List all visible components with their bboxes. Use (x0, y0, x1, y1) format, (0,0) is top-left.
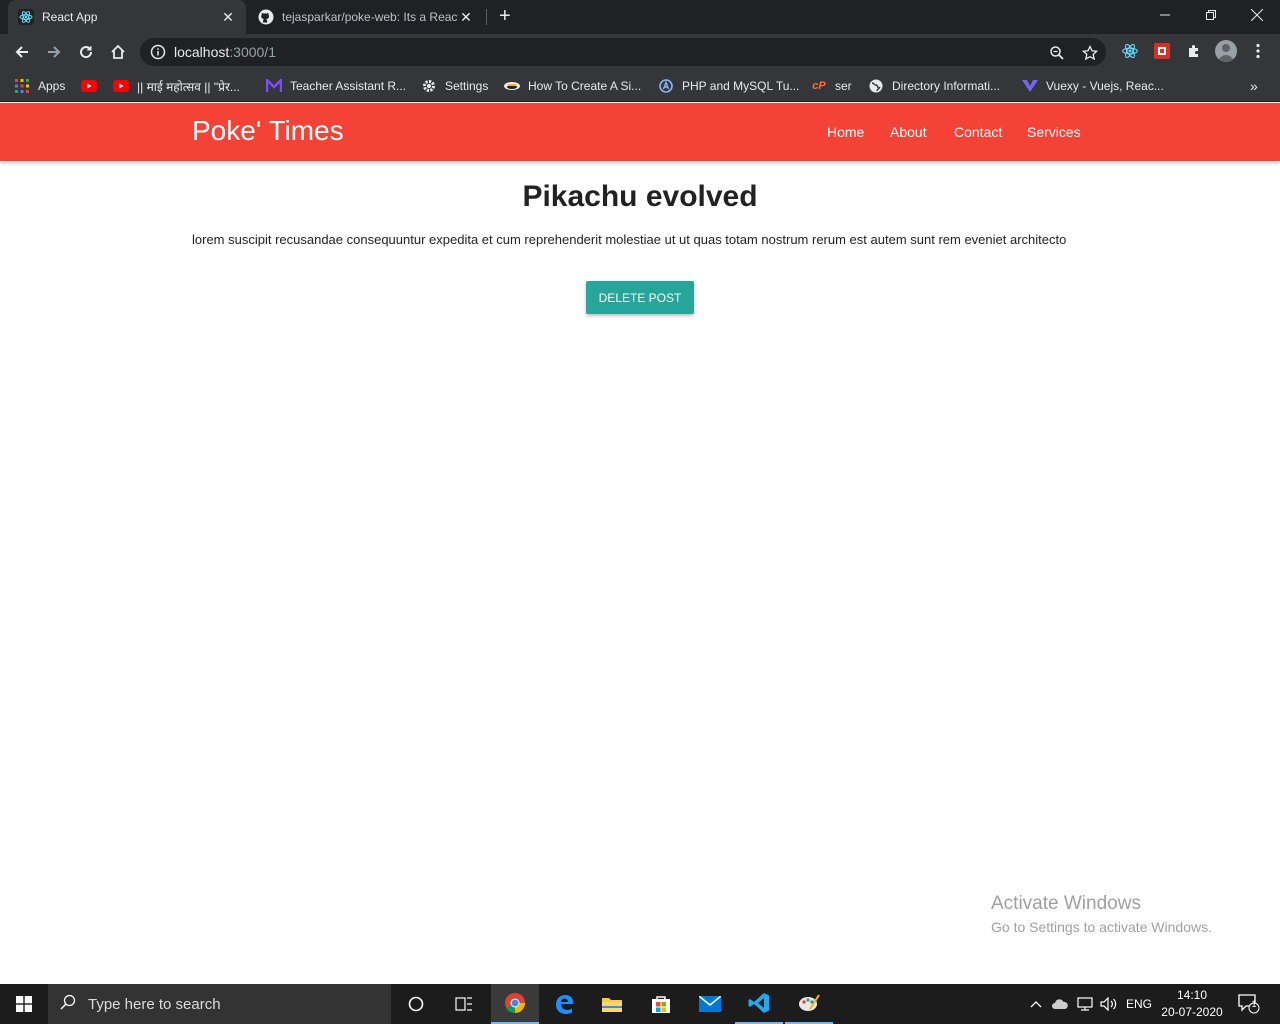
tab-github[interactable]: tejasparkar/poke-web: Its a React ✕ (248, 0, 484, 34)
profile-avatar[interactable] (1215, 40, 1237, 62)
site-icon (504, 78, 520, 94)
nav-contact-link[interactable]: Contact (954, 124, 1002, 140)
bookmark-label: Teacher Assistant R... (290, 79, 407, 93)
volume-icon[interactable] (1100, 984, 1118, 1024)
mail-icon[interactable] (686, 984, 734, 1024)
react-icon (18, 9, 34, 25)
bookmark-label: Directory Informati... (892, 79, 1001, 93)
url-host: localhost (174, 44, 230, 60)
menu-kebab-icon[interactable] (1248, 41, 1268, 61)
bookmark-label: ser (835, 79, 852, 93)
task-view-icon[interactable] (440, 984, 488, 1024)
restore-icon[interactable] (1188, 0, 1234, 30)
tab-react-app[interactable]: React App ✕ (8, 0, 246, 34)
cortana-icon[interactable] (392, 984, 440, 1024)
new-tab-icon[interactable]: + (499, 5, 511, 28)
post-body: lorem suscipit recusandae consequuntur e… (192, 232, 1067, 247)
windows-taskbar: Type here to search ENG 14:10 20-07-2020 (0, 984, 1280, 1024)
close-icon[interactable]: ✕ (458, 9, 474, 26)
site-navbar: Poke' Times Home About Contact Services (0, 103, 1280, 161)
nav-about-link[interactable]: About (890, 124, 927, 140)
reload-icon[interactable] (74, 40, 98, 64)
m-logo-icon (266, 78, 282, 94)
windows-start-icon[interactable] (0, 984, 48, 1024)
edge-icon[interactable] (540, 984, 588, 1024)
bookmark-php-mysql[interactable]: PHP and MySQL Tu... (658, 76, 799, 96)
search-placeholder: Type here to search (88, 995, 221, 1013)
browser-toolbar: localhost:3000/1 (0, 34, 1280, 70)
language-indicator[interactable]: ENG (1126, 984, 1152, 1024)
bookmark-label: How To Create A Si... (528, 79, 642, 93)
react-devtools-icon[interactable] (1120, 41, 1140, 61)
bookmark-how-to-create[interactable]: How To Create A Si... (504, 76, 641, 96)
tray-chevron-icon[interactable] (1030, 984, 1042, 1024)
activation-watermark-text: Go to Settings to activate Windows. (991, 919, 1212, 935)
store-icon[interactable] (637, 984, 685, 1024)
nav-services-link[interactable]: Services (1027, 124, 1081, 140)
tab-divider (486, 9, 487, 25)
extensions-puzzle-icon[interactable] (1184, 41, 1204, 61)
info-icon[interactable] (150, 44, 166, 65)
github-icon (258, 9, 274, 25)
url-path: :3000/1 (229, 44, 276, 60)
bookmark-mai-mahotsav[interactable]: || माई महोत्सव || "प्रेर... (113, 76, 240, 96)
extension-red-icon[interactable] (1152, 41, 1172, 61)
apps-grid-icon (14, 78, 30, 94)
bookmark-vuexy[interactable]: Vuexy - Vuejs, Reac... (1022, 76, 1164, 96)
bookmark-apps[interactable]: Apps (14, 76, 65, 96)
bookmark-teacher-assistant[interactable]: Teacher Assistant R... (266, 76, 406, 96)
bookmark-label: PHP and MySQL Tu... (682, 79, 800, 93)
brand-logo[interactable]: Poke' Times (192, 115, 344, 147)
vuexy-icon (1022, 78, 1038, 94)
network-icon[interactable] (1077, 984, 1093, 1024)
tab-strip: React App ✕ tejasparkar/poke-web: Its a … (0, 0, 1280, 34)
youtube-icon (81, 78, 97, 94)
paint-icon[interactable] (785, 984, 833, 1024)
window-close-icon[interactable] (1234, 0, 1280, 30)
file-explorer-icon[interactable] (588, 984, 636, 1024)
chrome-taskbar-icon[interactable] (491, 984, 539, 1024)
bookmark-directory[interactable]: Directory Informati... (868, 76, 1000, 96)
youtube-icon (113, 78, 129, 94)
search-icon (60, 994, 76, 1014)
bookmark-youtube[interactable] (81, 76, 105, 96)
home-icon[interactable] (106, 40, 130, 64)
clock-time: 14:10 (1176, 988, 1208, 1002)
bookmark-ser[interactable]: cP ser (811, 76, 852, 96)
close-icon[interactable]: ✕ (220, 9, 236, 26)
bookmark-label: Apps (38, 79, 66, 93)
activation-watermark-title: Activate Windows (991, 893, 1141, 914)
bookmark-label: Vuexy - Vuejs, Reac... (1046, 79, 1164, 93)
bookmark-star-icon[interactable] (1081, 44, 1099, 62)
site-icon (658, 78, 674, 94)
delete-post-button[interactable]: DELETE POST (586, 281, 694, 314)
bookmarks-bar: Apps || माई महोत्सव || "प्रेर... Teacher… (0, 70, 1280, 102)
notification-count: 1 (1251, 999, 1257, 1009)
more-bookmarks-icon[interactable]: » (1250, 76, 1258, 96)
tab-title: tejasparkar/poke-web: Its a React (282, 10, 458, 24)
bookmark-label: || माई महोत्सव || "प्रेर... (137, 79, 240, 94)
post-title: Pikachu evolved (522, 180, 758, 213)
notification-center-icon[interactable]: 1 (1238, 984, 1260, 1024)
tab-title: React App (42, 10, 98, 24)
url-text: localhost:3000/1 (174, 44, 276, 60)
globe-icon (868, 78, 884, 94)
address-bar[interactable]: localhost:3000/1 (140, 38, 1106, 66)
back-icon[interactable] (10, 40, 34, 64)
vscode-icon[interactable] (735, 984, 783, 1024)
bookmark-label: Settings (445, 79, 489, 93)
gear-icon (421, 78, 437, 94)
bookmark-settings[interactable]: Settings (421, 76, 488, 96)
taskbar-search-box[interactable]: Type here to search (48, 984, 391, 1024)
forward-icon[interactable] (42, 40, 66, 64)
clock-date: 20-07-2020 (1161, 1005, 1223, 1019)
cpanel-icon: cP (812, 80, 826, 92)
minimize-icon[interactable] (1142, 0, 1188, 30)
nav-home-link[interactable]: Home (827, 124, 864, 140)
zoom-icon[interactable] (1048, 44, 1066, 62)
taskbar-clock[interactable]: 14:10 20-07-2020 (1160, 987, 1224, 1021)
onedrive-icon[interactable] (1051, 984, 1069, 1024)
